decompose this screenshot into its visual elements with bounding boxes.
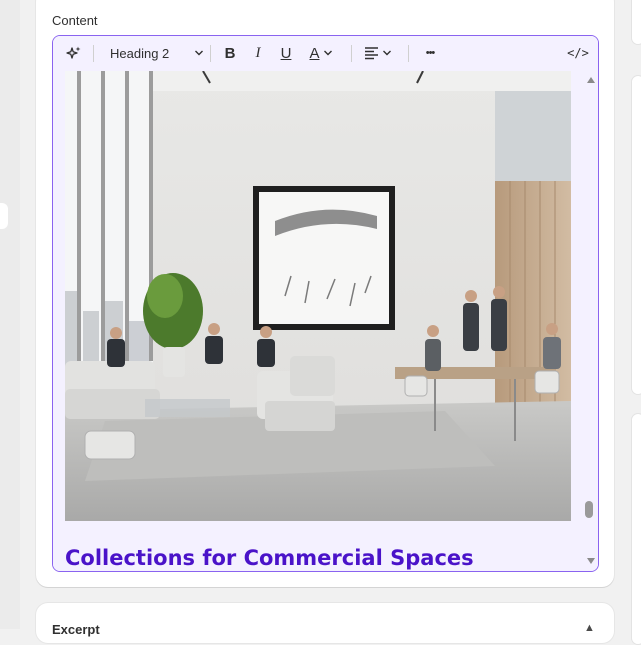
chevron-down-icon	[383, 50, 391, 56]
more-options-button[interactable]: •••	[418, 41, 442, 65]
heading-select[interactable]: Heading 2	[102, 41, 208, 65]
text-color-button[interactable]: A	[303, 41, 339, 65]
office-lounge-image	[65, 71, 571, 521]
scroll-up-icon[interactable]	[587, 77, 595, 83]
toolbar-divider	[408, 45, 409, 62]
excerpt-label: Excerpt	[52, 622, 100, 637]
office-scene-illustration	[65, 71, 571, 521]
toolbar-divider	[210, 45, 211, 62]
bold-button[interactable]: B	[219, 41, 241, 65]
excerpt-card	[36, 603, 614, 643]
sparkle-icon[interactable]	[63, 41, 85, 65]
align-button[interactable]	[360, 41, 396, 65]
toolbar-divider	[93, 45, 94, 62]
content-heading[interactable]: Collections for Commercial Spaces	[65, 546, 474, 570]
toolbar-divider	[351, 45, 352, 62]
right-card-middle	[631, 75, 641, 395]
right-card-bottom	[631, 413, 641, 645]
chevron-up-icon[interactable]: ▲	[584, 622, 595, 634]
content-label: Content	[52, 13, 98, 28]
left-rail	[0, 0, 20, 629]
editor-toolbar: Heading 2 B I U A ••• </>	[53, 36, 598, 71]
underline-button[interactable]: U	[275, 41, 297, 65]
editor-scrollbar[interactable]	[583, 71, 597, 571]
scrollbar-thumb[interactable]	[585, 501, 593, 518]
editor-scroll-area[interactable]: Collections for Commercial Spaces	[53, 71, 598, 571]
scroll-down-icon[interactable]	[587, 558, 595, 564]
chevron-down-icon	[195, 50, 203, 56]
align-left-icon	[365, 47, 378, 60]
heading-select-value: Heading 2	[110, 45, 170, 61]
code-view-button[interactable]: </>	[566, 41, 590, 65]
italic-button[interactable]: I	[247, 41, 269, 65]
chevron-down-icon	[323, 50, 332, 56]
left-panel-tab[interactable]	[0, 203, 8, 229]
rich-text-editor[interactable]: Heading 2 B I U A ••• </> Collections fo…	[52, 35, 599, 572]
text-color-label: A	[309, 44, 320, 62]
right-card-top	[631, 0, 641, 45]
